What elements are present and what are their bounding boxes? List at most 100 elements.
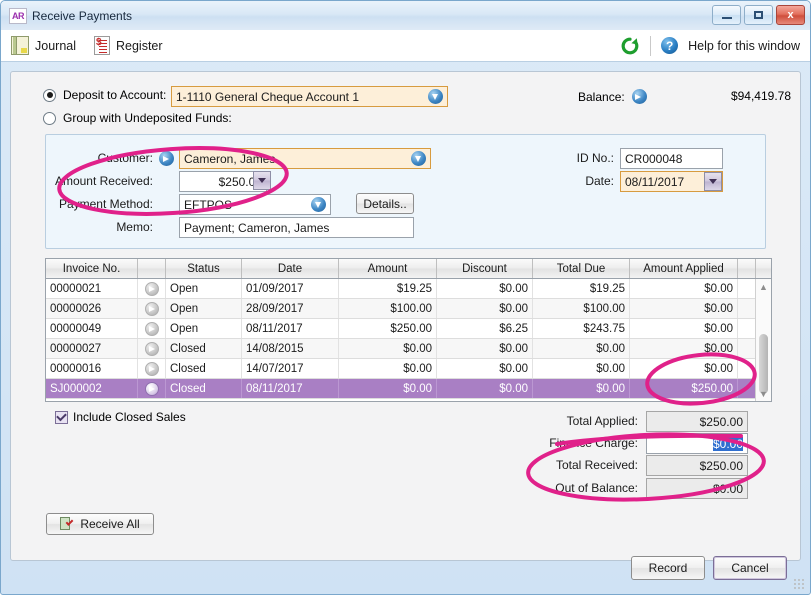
cell-status: Open <box>166 299 242 318</box>
row-arrow-icon[interactable] <box>138 279 166 298</box>
payment-method-label: Payment Method: <box>31 197 153 211</box>
cell-discount: $0.00 <box>437 279 533 298</box>
cell-amount-applied: $0.00 <box>630 359 738 378</box>
help-icon[interactable]: ? <box>661 37 678 54</box>
cell-invoice-no: SJ000002 <box>46 379 138 398</box>
customer-chevron-down-icon[interactable] <box>411 151 426 166</box>
table-row[interactable]: 00000016Closed14/07/2017$0.00$0.00$0.00$… <box>46 359 771 379</box>
column-header-arrow <box>138 259 166 278</box>
column-header-invoice-no[interactable]: Invoice No. <box>46 259 138 278</box>
column-header-amount-applied[interactable]: Amount Applied <box>630 259 738 278</box>
balance-value: $94,419.78 <box>711 89 791 103</box>
column-header-total-due[interactable]: Total Due <box>533 259 630 278</box>
id-no-field[interactable]: CR000048 <box>620 148 723 169</box>
maximize-button[interactable] <box>744 5 773 25</box>
scroll-up-icon[interactable]: ▲ <box>756 279 771 294</box>
minimize-button[interactable] <box>712 5 741 25</box>
cell-invoice-no: 00000021 <box>46 279 138 298</box>
deposit-to-account-radio[interactable] <box>43 89 56 102</box>
cell-amount-applied: $0.00 <box>630 339 738 358</box>
cell-spacer <box>738 359 756 378</box>
table-row[interactable]: 00000021Open01/09/2017$19.25$0.00$19.25$… <box>46 279 771 299</box>
row-detail-arrow-icon[interactable] <box>145 302 159 316</box>
table-vertical-scrollbar[interactable]: ▲ ▼ <box>755 279 771 401</box>
row-arrow-icon[interactable] <box>138 379 166 398</box>
group-undeposited-radio[interactable] <box>43 112 56 125</box>
row-detail-arrow-icon[interactable] <box>145 362 159 376</box>
details-button[interactable]: Details.. <box>356 193 414 214</box>
minimize-icon <box>722 16 732 19</box>
account-chevron-down-icon[interactable] <box>428 89 443 104</box>
deposit-to-account-field[interactable]: 1-1110 General Cheque Account 1 <box>171 86 448 107</box>
memo-field[interactable]: Payment; Cameron, James <box>179 217 414 238</box>
include-closed-sales-row[interactable]: Include Closed Sales <box>55 410 186 424</box>
cell-status: Closed <box>166 379 242 398</box>
scroll-down-icon[interactable]: ▼ <box>756 386 771 401</box>
payment-method-field[interactable]: EFTPOS <box>179 194 331 215</box>
table-row[interactable]: SJ000002Closed08/11/2017$0.00$0.00$0.00$… <box>46 379 771 399</box>
include-closed-sales-checkbox[interactable] <box>55 411 68 424</box>
record-button[interactable]: Record <box>631 556 705 580</box>
cell-date: 01/09/2017 <box>242 279 339 298</box>
toolbar-journal[interactable]: Journal <box>11 36 76 55</box>
scrollbar-thumb[interactable] <box>759 334 768 394</box>
cell-status: Open <box>166 279 242 298</box>
amount-received-label: Amount Received: <box>41 174 153 188</box>
total-received-label: Total Received: <box>481 458 638 472</box>
cell-total-due: $0.00 <box>533 359 630 378</box>
cell-invoice-no: 00000027 <box>46 339 138 358</box>
total-received-field: $250.00 <box>646 455 748 476</box>
cell-amount-applied: $0.00 <box>630 279 738 298</box>
refresh-icon[interactable] <box>620 36 640 56</box>
balance-arrow-icon[interactable] <box>632 89 647 104</box>
customer-arrow-icon[interactable] <box>159 151 174 166</box>
app-icon: AR <box>9 8 27 24</box>
date-picker-button[interactable] <box>704 172 722 191</box>
column-header-discount[interactable]: Discount <box>437 259 533 278</box>
row-detail-arrow-icon[interactable] <box>145 382 159 396</box>
toolbar-register[interactable]: Register <box>94 36 163 55</box>
receive-payments-window: AR Receive Payments x Journal Register <box>0 0 811 595</box>
row-detail-arrow-icon[interactable] <box>145 282 159 296</box>
finance-charge-field[interactable]: $0.00 <box>646 433 748 454</box>
column-header-date[interactable]: Date <box>242 259 339 278</box>
row-arrow-icon[interactable] <box>138 339 166 358</box>
cell-discount: $6.25 <box>437 319 533 338</box>
close-button[interactable]: x <box>776 5 805 25</box>
column-header-status[interactable]: Status <box>166 259 242 278</box>
cell-spacer <box>738 299 756 318</box>
resize-grip[interactable] <box>793 578 805 590</box>
receive-all-label: Receive All <box>80 517 139 531</box>
customer-field[interactable]: Cameron, James <box>179 148 431 169</box>
cell-amount-applied: $0.00 <box>630 319 738 338</box>
cell-status: Closed <box>166 339 242 358</box>
register-icon <box>94 36 110 55</box>
row-detail-arrow-icon[interactable] <box>145 342 159 356</box>
date-field[interactable]: 08/11/2017 <box>620 171 723 192</box>
row-arrow-icon[interactable] <box>138 359 166 378</box>
payment-method-chevron-down-icon[interactable] <box>311 197 326 212</box>
deposit-to-account-row: Deposit to Account: <box>43 88 166 102</box>
column-header-amount[interactable]: Amount <box>339 259 437 278</box>
help-link[interactable]: Help for this window <box>688 39 800 53</box>
cell-amount: $0.00 <box>339 379 437 398</box>
out-of-balance-field: $0.00 <box>646 478 748 499</box>
cell-discount: $0.00 <box>437 339 533 358</box>
cell-amount-applied: $250.00 <box>630 379 738 398</box>
deposit-to-account-label: Deposit to Account: <box>63 88 166 102</box>
cell-spacer <box>738 339 756 358</box>
table-row[interactable]: 00000026Open28/09/2017$100.00$0.00$100.0… <box>46 299 771 319</box>
amount-received-dropdown-button[interactable] <box>253 171 271 190</box>
cell-total-due: $19.25 <box>533 279 630 298</box>
receive-all-button[interactable]: Receive All <box>46 513 154 535</box>
table-row[interactable]: 00000027Closed14/08/2015$0.00$0.00$0.00$… <box>46 339 771 359</box>
journal-icon <box>11 36 29 55</box>
memo-value: Payment; Cameron, James <box>184 221 409 235</box>
table-row[interactable]: 00000049Open08/11/2017$250.00$6.25$243.7… <box>46 319 771 339</box>
total-applied-label: Total Applied: <box>481 414 638 428</box>
cancel-button[interactable]: Cancel <box>713 556 787 580</box>
row-arrow-icon[interactable] <box>138 319 166 338</box>
cell-discount: $0.00 <box>437 359 533 378</box>
row-detail-arrow-icon[interactable] <box>145 322 159 336</box>
row-arrow-icon[interactable] <box>138 299 166 318</box>
